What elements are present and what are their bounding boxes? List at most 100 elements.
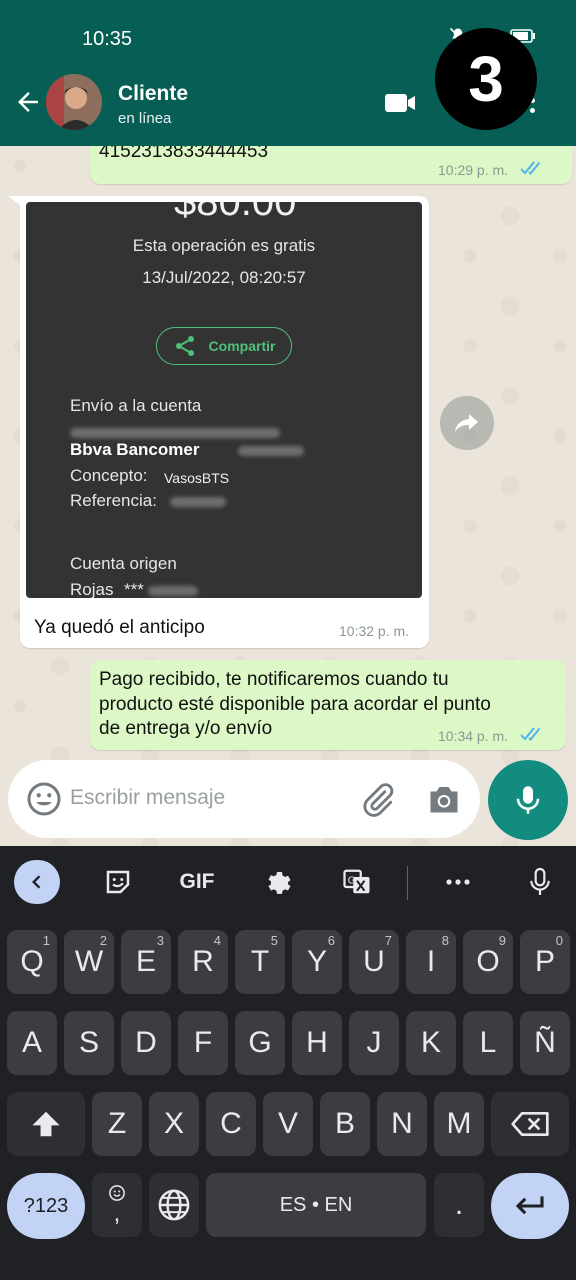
key-e[interactable]: E3 xyxy=(121,930,171,994)
share-icon xyxy=(175,336,194,356)
forward-button[interactable] xyxy=(440,396,494,450)
outgoing-message[interactable]: Pago recibido, te notificaremos cuando t… xyxy=(90,660,566,750)
keyboard-toolbar: GIF G xyxy=(0,846,576,918)
receipt-amount: $80.00 xyxy=(174,202,297,224)
space-key[interactable]: ES • EN xyxy=(206,1173,426,1237)
key-k[interactable]: K xyxy=(406,1011,456,1075)
key-n-tilde[interactable]: Ñ xyxy=(520,1011,570,1075)
more-button[interactable] xyxy=(438,860,478,904)
language-key[interactable] xyxy=(149,1173,199,1237)
read-ticks-icon xyxy=(520,726,546,747)
redacted-name xyxy=(70,428,280,438)
emoji-icon xyxy=(27,782,61,816)
comma-label: , xyxy=(113,1200,121,1227)
bubble-tail xyxy=(8,196,26,210)
chevron-left-icon xyxy=(32,875,41,889)
key-o[interactable]: O9 xyxy=(463,930,513,994)
message-line: producto esté disponible para acordar el… xyxy=(99,694,491,715)
shift-icon xyxy=(32,1111,60,1137)
chat-area: 4152313833444453 10:29 p. m. 10:32 p. m.… xyxy=(0,146,576,846)
microphone-icon xyxy=(530,867,550,895)
message-text: 4152313833444453 xyxy=(99,146,269,162)
key-p[interactable]: P0 xyxy=(520,930,570,994)
toolbar-collapse-button[interactable] xyxy=(14,860,60,904)
message-time: 10:34 p. m. xyxy=(438,728,509,744)
chat-header: Cliente en línea 3 xyxy=(0,28,576,146)
translate-button[interactable]: G xyxy=(336,860,378,904)
message-composer: Escribir mensaje xyxy=(8,760,480,838)
receipt-image[interactable]: $80.00 Esta operación es gratis 13/Jul/2… xyxy=(26,202,422,598)
receipt-free-text: Esta operación es gratis xyxy=(132,236,316,255)
key-q[interactable]: Q1 xyxy=(7,930,57,994)
key-m[interactable]: M xyxy=(434,1092,484,1156)
translate-icon: G xyxy=(343,869,370,894)
period-key[interactable]: . xyxy=(434,1173,484,1237)
origin-label: Cuenta origen xyxy=(70,554,177,573)
camera-button[interactable] xyxy=(426,782,462,821)
paperclip-icon xyxy=(363,783,394,817)
toolbar-divider xyxy=(407,866,408,900)
voice-message-button[interactable] xyxy=(488,760,568,840)
origin-masked: *** xyxy=(124,580,144,598)
read-ticks-icon xyxy=(520,160,546,181)
svg-text:G: G xyxy=(348,875,356,886)
avatar[interactable] xyxy=(46,74,102,130)
key-d[interactable]: D xyxy=(121,1011,171,1075)
message-time: 10:29 p. m. xyxy=(438,162,509,178)
concept-label: Concepto: xyxy=(70,466,148,485)
key-v[interactable]: V xyxy=(263,1092,313,1156)
key-l[interactable]: L xyxy=(463,1011,513,1075)
key-h[interactable]: H xyxy=(292,1011,342,1075)
key-z[interactable]: Z xyxy=(92,1092,142,1156)
sticker-icon xyxy=(106,870,130,894)
backspace-icon xyxy=(511,1112,549,1136)
key-j[interactable]: J xyxy=(349,1011,399,1075)
more-horizontal-icon xyxy=(446,879,470,885)
emoji-comma-key[interactable]: , xyxy=(92,1173,142,1237)
enter-icon xyxy=(515,1196,544,1215)
step-badge: 3 xyxy=(435,28,537,130)
emoji-button[interactable] xyxy=(26,781,62,822)
voice-typing-button[interactable] xyxy=(520,860,560,904)
key-w[interactable]: W2 xyxy=(64,930,114,994)
key-r[interactable]: R4 xyxy=(178,930,228,994)
key-c[interactable]: C xyxy=(206,1092,256,1156)
key-b[interactable]: B xyxy=(320,1092,370,1156)
origin-name: Rojas xyxy=(70,580,114,598)
share-button: Compartir xyxy=(156,327,292,365)
enter-key[interactable] xyxy=(491,1173,569,1239)
concept-value: VasosBTS xyxy=(164,470,230,486)
key-f[interactable]: F xyxy=(178,1011,228,1075)
reference-label: Referencia: xyxy=(70,491,157,510)
sticker-button[interactable] xyxy=(98,860,138,904)
key-g[interactable]: G xyxy=(235,1011,285,1075)
key-t[interactable]: T5 xyxy=(235,930,285,994)
message-input[interactable]: Escribir mensaje xyxy=(70,786,225,810)
redacted-account xyxy=(238,446,304,456)
back-button[interactable] xyxy=(10,84,46,120)
back-arrow-icon xyxy=(18,92,38,112)
key-i[interactable]: I8 xyxy=(406,930,456,994)
share-label: Compartir xyxy=(208,338,276,354)
outgoing-message[interactable]: 4152313833444453 10:29 p. m. xyxy=(90,146,572,184)
backspace-key[interactable] xyxy=(491,1092,569,1156)
key-s[interactable]: S xyxy=(64,1011,114,1075)
key-x[interactable]: X xyxy=(149,1092,199,1156)
message-line: de entrega y/o envío xyxy=(99,718,273,739)
contact-name[interactable]: Cliente xyxy=(118,82,188,106)
settings-button[interactable] xyxy=(258,860,298,904)
key-u[interactable]: U7 xyxy=(349,930,399,994)
account-label: Envío a la cuenta xyxy=(70,396,202,415)
shift-key[interactable] xyxy=(7,1092,85,1156)
key-n[interactable]: N xyxy=(377,1092,427,1156)
attach-button[interactable] xyxy=(360,782,396,823)
video-call-button[interactable] xyxy=(383,90,417,121)
message-text: Ya quedó el anticipo xyxy=(34,617,205,638)
contact-status: en línea xyxy=(118,110,172,127)
gif-button[interactable]: GIF xyxy=(174,860,220,904)
symbols-key[interactable]: ?123 xyxy=(7,1173,85,1239)
key-y[interactable]: Y6 xyxy=(292,930,342,994)
key-a[interactable]: A xyxy=(7,1011,57,1075)
bank-name: Bbva Bancomer xyxy=(70,440,200,459)
redacted-origin xyxy=(148,586,198,596)
